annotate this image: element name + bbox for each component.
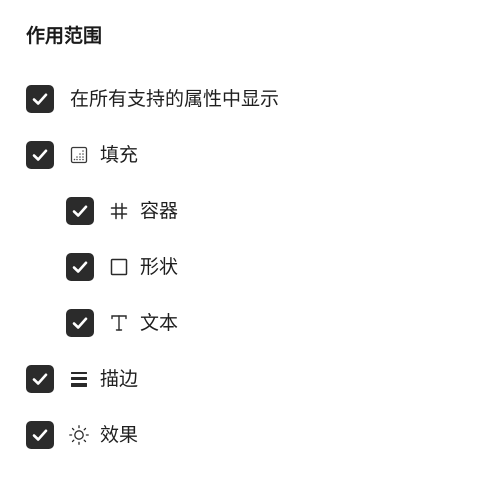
stroke-icon <box>68 368 90 390</box>
checkbox-fill[interactable] <box>26 141 54 169</box>
option-shape[interactable]: 形状 <box>66 251 178 283</box>
section-title: 作用范围 <box>26 25 103 47</box>
shape-square-icon <box>108 256 130 278</box>
checkmark-icon <box>32 373 48 385</box>
checkbox-stroke[interactable] <box>26 365 54 393</box>
option-fill[interactable]: 填充 <box>26 139 138 171</box>
option-text[interactable]: 文本 <box>66 307 178 339</box>
option-label: 效果 <box>100 424 139 446</box>
text-icon <box>108 312 130 334</box>
option-label: 在所有支持的属性中显示 <box>70 88 280 110</box>
checkbox-shape[interactable] <box>66 253 94 281</box>
checkbox-text[interactable] <box>66 309 94 337</box>
frame-icon <box>108 200 130 222</box>
checkmark-icon <box>32 149 48 161</box>
option-container[interactable]: 容器 <box>66 195 178 227</box>
checkmark-icon <box>72 205 88 217</box>
fill-icon <box>68 144 90 166</box>
option-stroke[interactable]: 描边 <box>26 363 138 395</box>
checkmark-icon <box>72 261 88 273</box>
option-label: 描边 <box>100 368 139 390</box>
scope-panel: 作用范围 在所有支持的属性中显示 填充 容器 形状 文本 描边 效果 <box>0 0 504 478</box>
checkmark-icon <box>72 317 88 329</box>
option-label: 形状 <box>140 256 179 278</box>
effect-sun-icon <box>68 424 90 446</box>
option-label: 文本 <box>140 312 179 334</box>
option-label: 容器 <box>140 200 179 222</box>
checkmark-icon <box>32 93 48 105</box>
option-effect[interactable]: 效果 <box>26 419 138 451</box>
checkbox-effect[interactable] <box>26 421 54 449</box>
option-label: 填充 <box>100 144 139 166</box>
checkmark-icon <box>32 429 48 441</box>
checkbox-all-supported[interactable] <box>26 85 54 113</box>
checkbox-container[interactable] <box>66 197 94 225</box>
option-all-supported[interactable]: 在所有支持的属性中显示 <box>26 83 279 115</box>
